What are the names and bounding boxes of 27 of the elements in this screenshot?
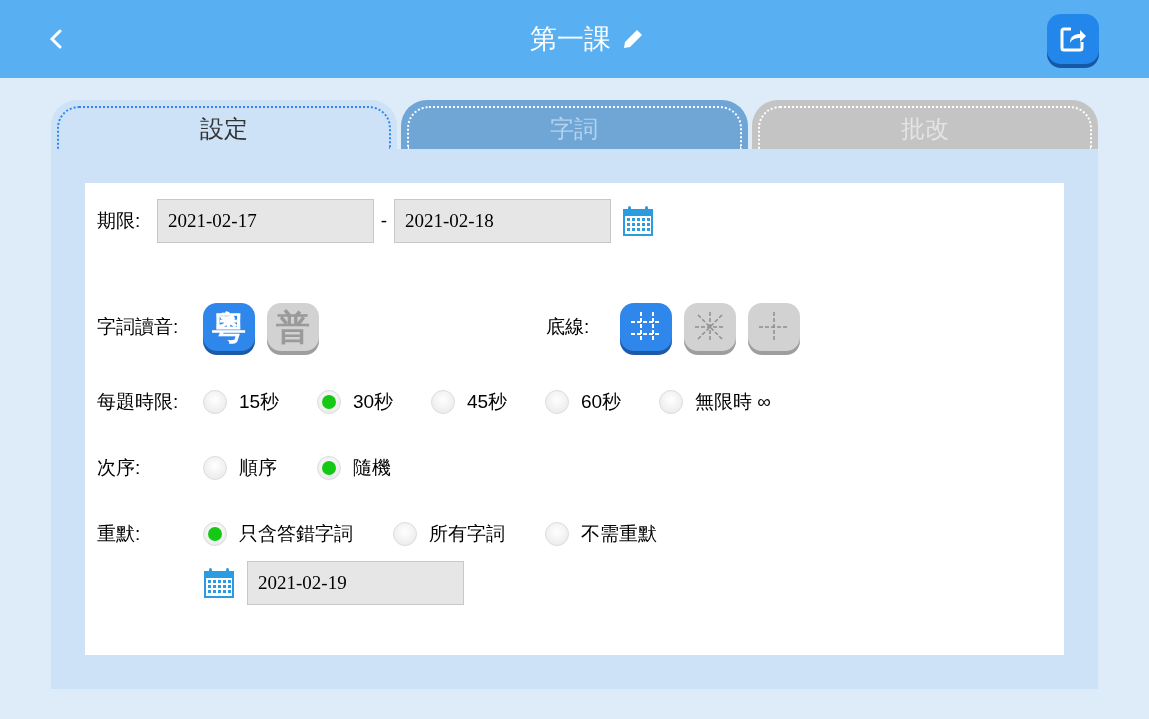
rewrite-date-field[interactable]: 2021-02-19 [247, 561, 464, 605]
time-limit-label: 每題時限: [97, 389, 180, 414]
calendar-icon[interactable] [203, 567, 235, 599]
order-label: 次序: [97, 455, 142, 480]
radio-option[interactable]: 15秒 [203, 387, 280, 417]
radio-option[interactable]: 無限時 ∞ [659, 387, 771, 417]
radio-option[interactable]: 60秒 [545, 387, 622, 417]
date-separator: - [379, 208, 389, 233]
radio-option[interactable]: 30秒 [317, 387, 394, 417]
radio-option[interactable]: 順序 [203, 453, 277, 483]
radio-option[interactable]: 只含答錯字詞 [203, 519, 353, 549]
radio-option[interactable]: 隨機 [317, 453, 391, 483]
radio-option[interactable]: 所有字詞 [393, 519, 505, 549]
rewrite-label: 重默: [97, 521, 142, 546]
tab[interactable]: 設定 [51, 100, 398, 149]
start-date-field[interactable]: 2021-02-17 [157, 199, 374, 243]
baseline-label: 底線: [546, 314, 591, 339]
period-label: 期限: [97, 208, 142, 233]
lesson-title: 第一課 [530, 22, 611, 56]
calendar-icon[interactable] [622, 205, 654, 237]
pencil-icon [621, 27, 645, 51]
edit-button[interactable] [621, 27, 645, 51]
radio-option[interactable]: 不需重默 [545, 519, 657, 549]
radio-option[interactable]: 45秒 [431, 387, 508, 417]
end-date-field[interactable]: 2021-02-18 [394, 199, 611, 243]
back-icon [49, 29, 63, 49]
pronunciation-label: 字詞讀音: [97, 314, 180, 339]
